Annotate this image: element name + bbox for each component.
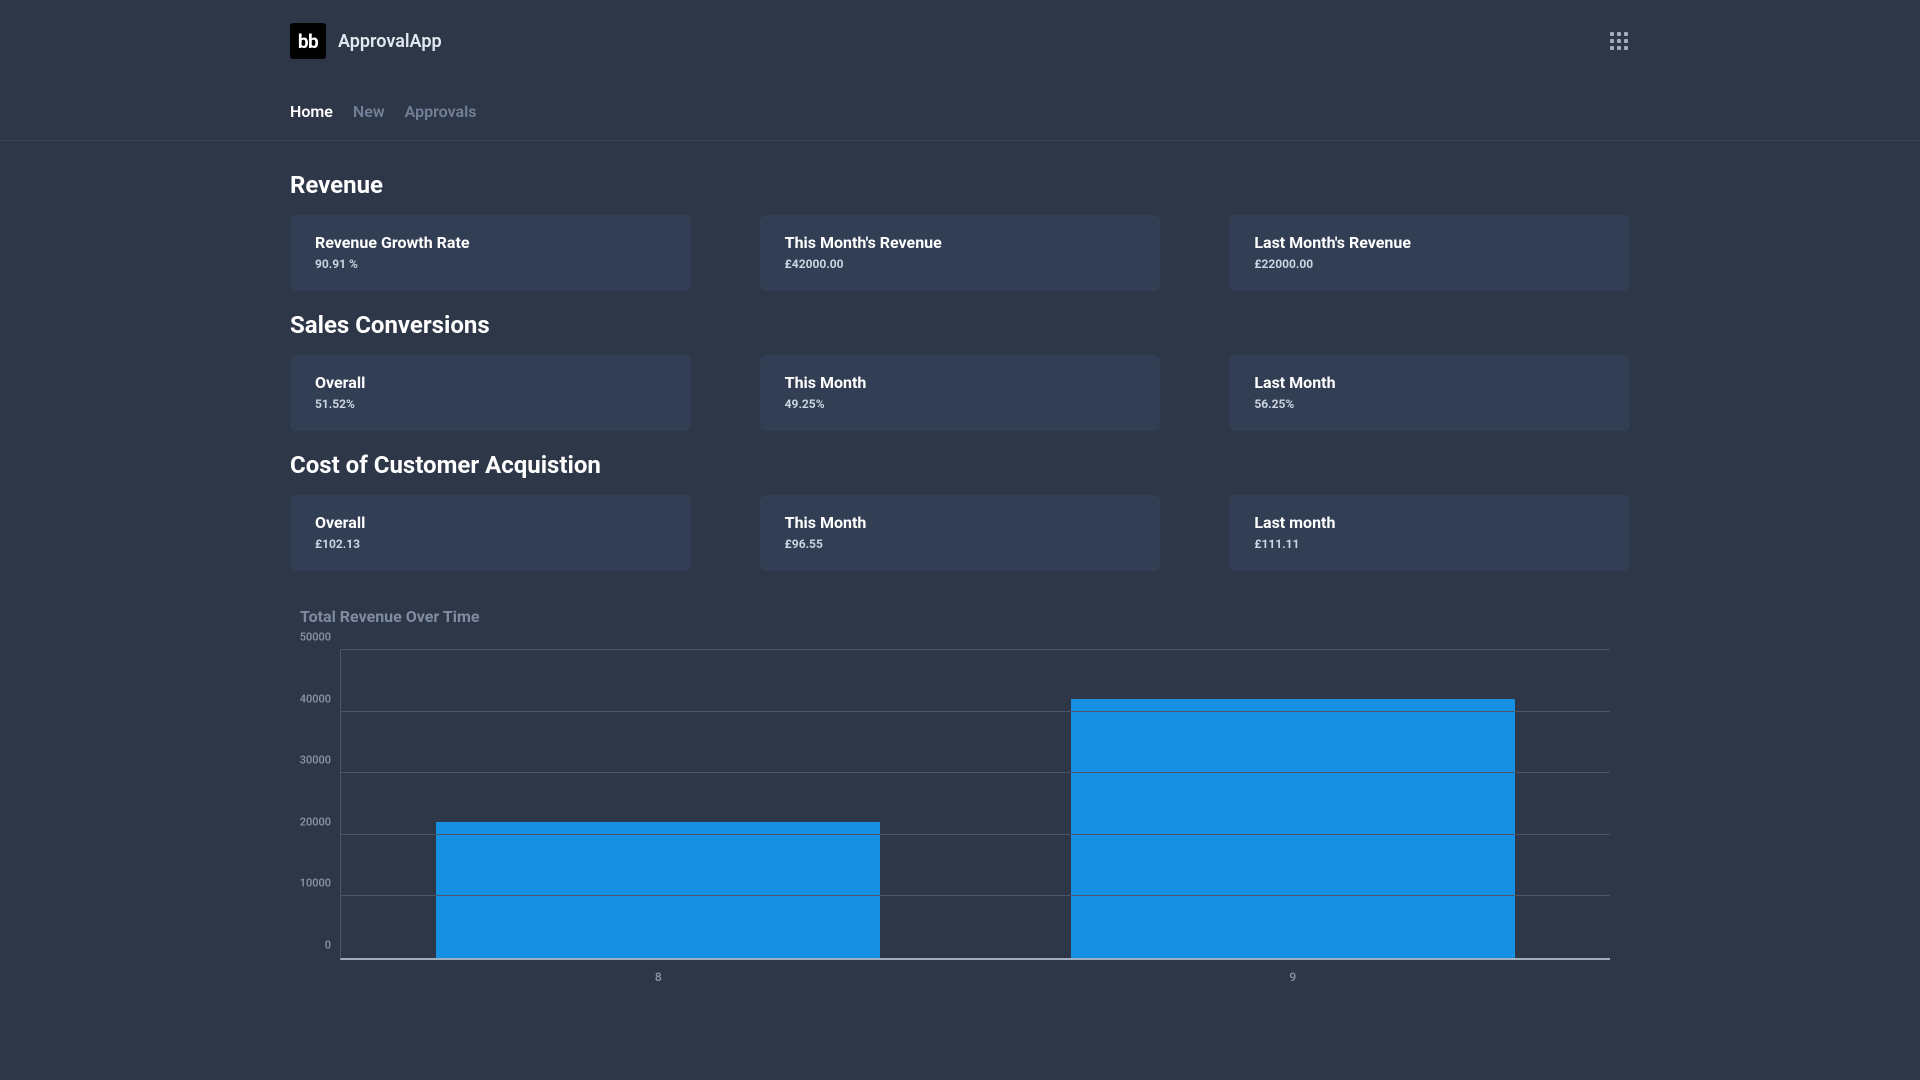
chart-y-tick: 0	[325, 939, 331, 952]
nav-approvals[interactable]: Approvals	[405, 102, 477, 121]
card-value: 56.25%	[1254, 397, 1605, 411]
chart-bar	[1071, 699, 1515, 958]
chart-plot-area: 89 01000020000300004000050000	[340, 650, 1610, 960]
card-title: Overall	[315, 373, 666, 392]
chart-bars: 89	[341, 650, 1610, 958]
section-title-cac: Cost of Customer Acquistion	[290, 451, 1630, 479]
card-title: Last Month's Revenue	[1254, 233, 1605, 252]
card-value: £22000.00	[1254, 257, 1605, 271]
chart-y-tick: 50000	[300, 631, 331, 644]
card-title: Overall	[315, 513, 666, 532]
card-cac-this-month: This Month £96.55	[760, 495, 1161, 571]
chart-gridline	[341, 711, 1610, 712]
chart-x-tick: 8	[655, 970, 662, 984]
card-cac-last-month: Last month £111.11	[1229, 495, 1630, 571]
card-value: £102.13	[315, 537, 666, 551]
card-title: This Month's Revenue	[785, 233, 1136, 252]
card-value: £42000.00	[785, 257, 1136, 271]
card-value: 49.25%	[785, 397, 1136, 411]
card-this-month-revenue: This Month's Revenue £42000.00	[760, 215, 1161, 291]
card-sales-this-month: This Month 49.25%	[760, 355, 1161, 431]
card-title: Last month	[1254, 513, 1605, 532]
app-launcher-icon[interactable]	[1610, 32, 1628, 50]
chart-container: Total Revenue Over Time 89 0100002000030…	[290, 607, 1630, 990]
chart-y-tick: 10000	[300, 877, 331, 890]
chart-bar-slot: 9	[976, 650, 1611, 958]
card-cac-overall: Overall £102.13	[290, 495, 691, 571]
nav-tabs: Home New Approvals	[0, 82, 1920, 141]
app-name: ApprovalApp	[338, 31, 442, 52]
chart-y-tick: 30000	[300, 754, 331, 767]
card-last-month-revenue: Last Month's Revenue £22000.00	[1229, 215, 1630, 291]
card-title: This Month	[785, 513, 1136, 532]
chart-gridline	[341, 772, 1610, 773]
cac-cards: Overall £102.13 This Month £96.55 Last m…	[290, 495, 1630, 571]
chart: 89 01000020000300004000050000	[340, 650, 1622, 990]
section-title-sales: Sales Conversions	[290, 311, 1630, 339]
chart-y-tick: 20000	[300, 815, 331, 828]
chart-bar-slot: 8	[341, 650, 976, 958]
header: bb ApprovalApp	[0, 0, 1920, 82]
main-content: Revenue Revenue Growth Rate 90.91 % This…	[0, 141, 1920, 990]
revenue-cards: Revenue Growth Rate 90.91 % This Month's…	[290, 215, 1630, 291]
card-value: 51.52%	[315, 397, 666, 411]
card-value: £96.55	[785, 537, 1136, 551]
card-value: £111.11	[1254, 537, 1605, 551]
nav-home[interactable]: Home	[290, 102, 333, 121]
chart-title: Total Revenue Over Time	[300, 607, 1622, 626]
chart-y-tick: 40000	[300, 692, 331, 705]
chart-x-tick: 9	[1289, 970, 1296, 984]
logo: bb	[290, 23, 326, 59]
card-sales-overall: Overall 51.52%	[290, 355, 691, 431]
card-value: 90.91 %	[315, 257, 666, 271]
card-title: This Month	[785, 373, 1136, 392]
chart-gridline	[341, 649, 1610, 650]
sales-cards: Overall 51.52% This Month 49.25% Last Mo…	[290, 355, 1630, 431]
chart-gridline	[341, 895, 1610, 896]
nav-new[interactable]: New	[353, 102, 385, 121]
chart-gridline	[341, 834, 1610, 835]
card-title: Revenue Growth Rate	[315, 233, 666, 252]
chart-bar	[436, 822, 880, 958]
card-revenue-growth: Revenue Growth Rate 90.91 %	[290, 215, 691, 291]
brand: bb ApprovalApp	[290, 23, 442, 59]
card-title: Last Month	[1254, 373, 1605, 392]
card-sales-last-month: Last Month 56.25%	[1229, 355, 1630, 431]
section-title-revenue: Revenue	[290, 171, 1630, 199]
